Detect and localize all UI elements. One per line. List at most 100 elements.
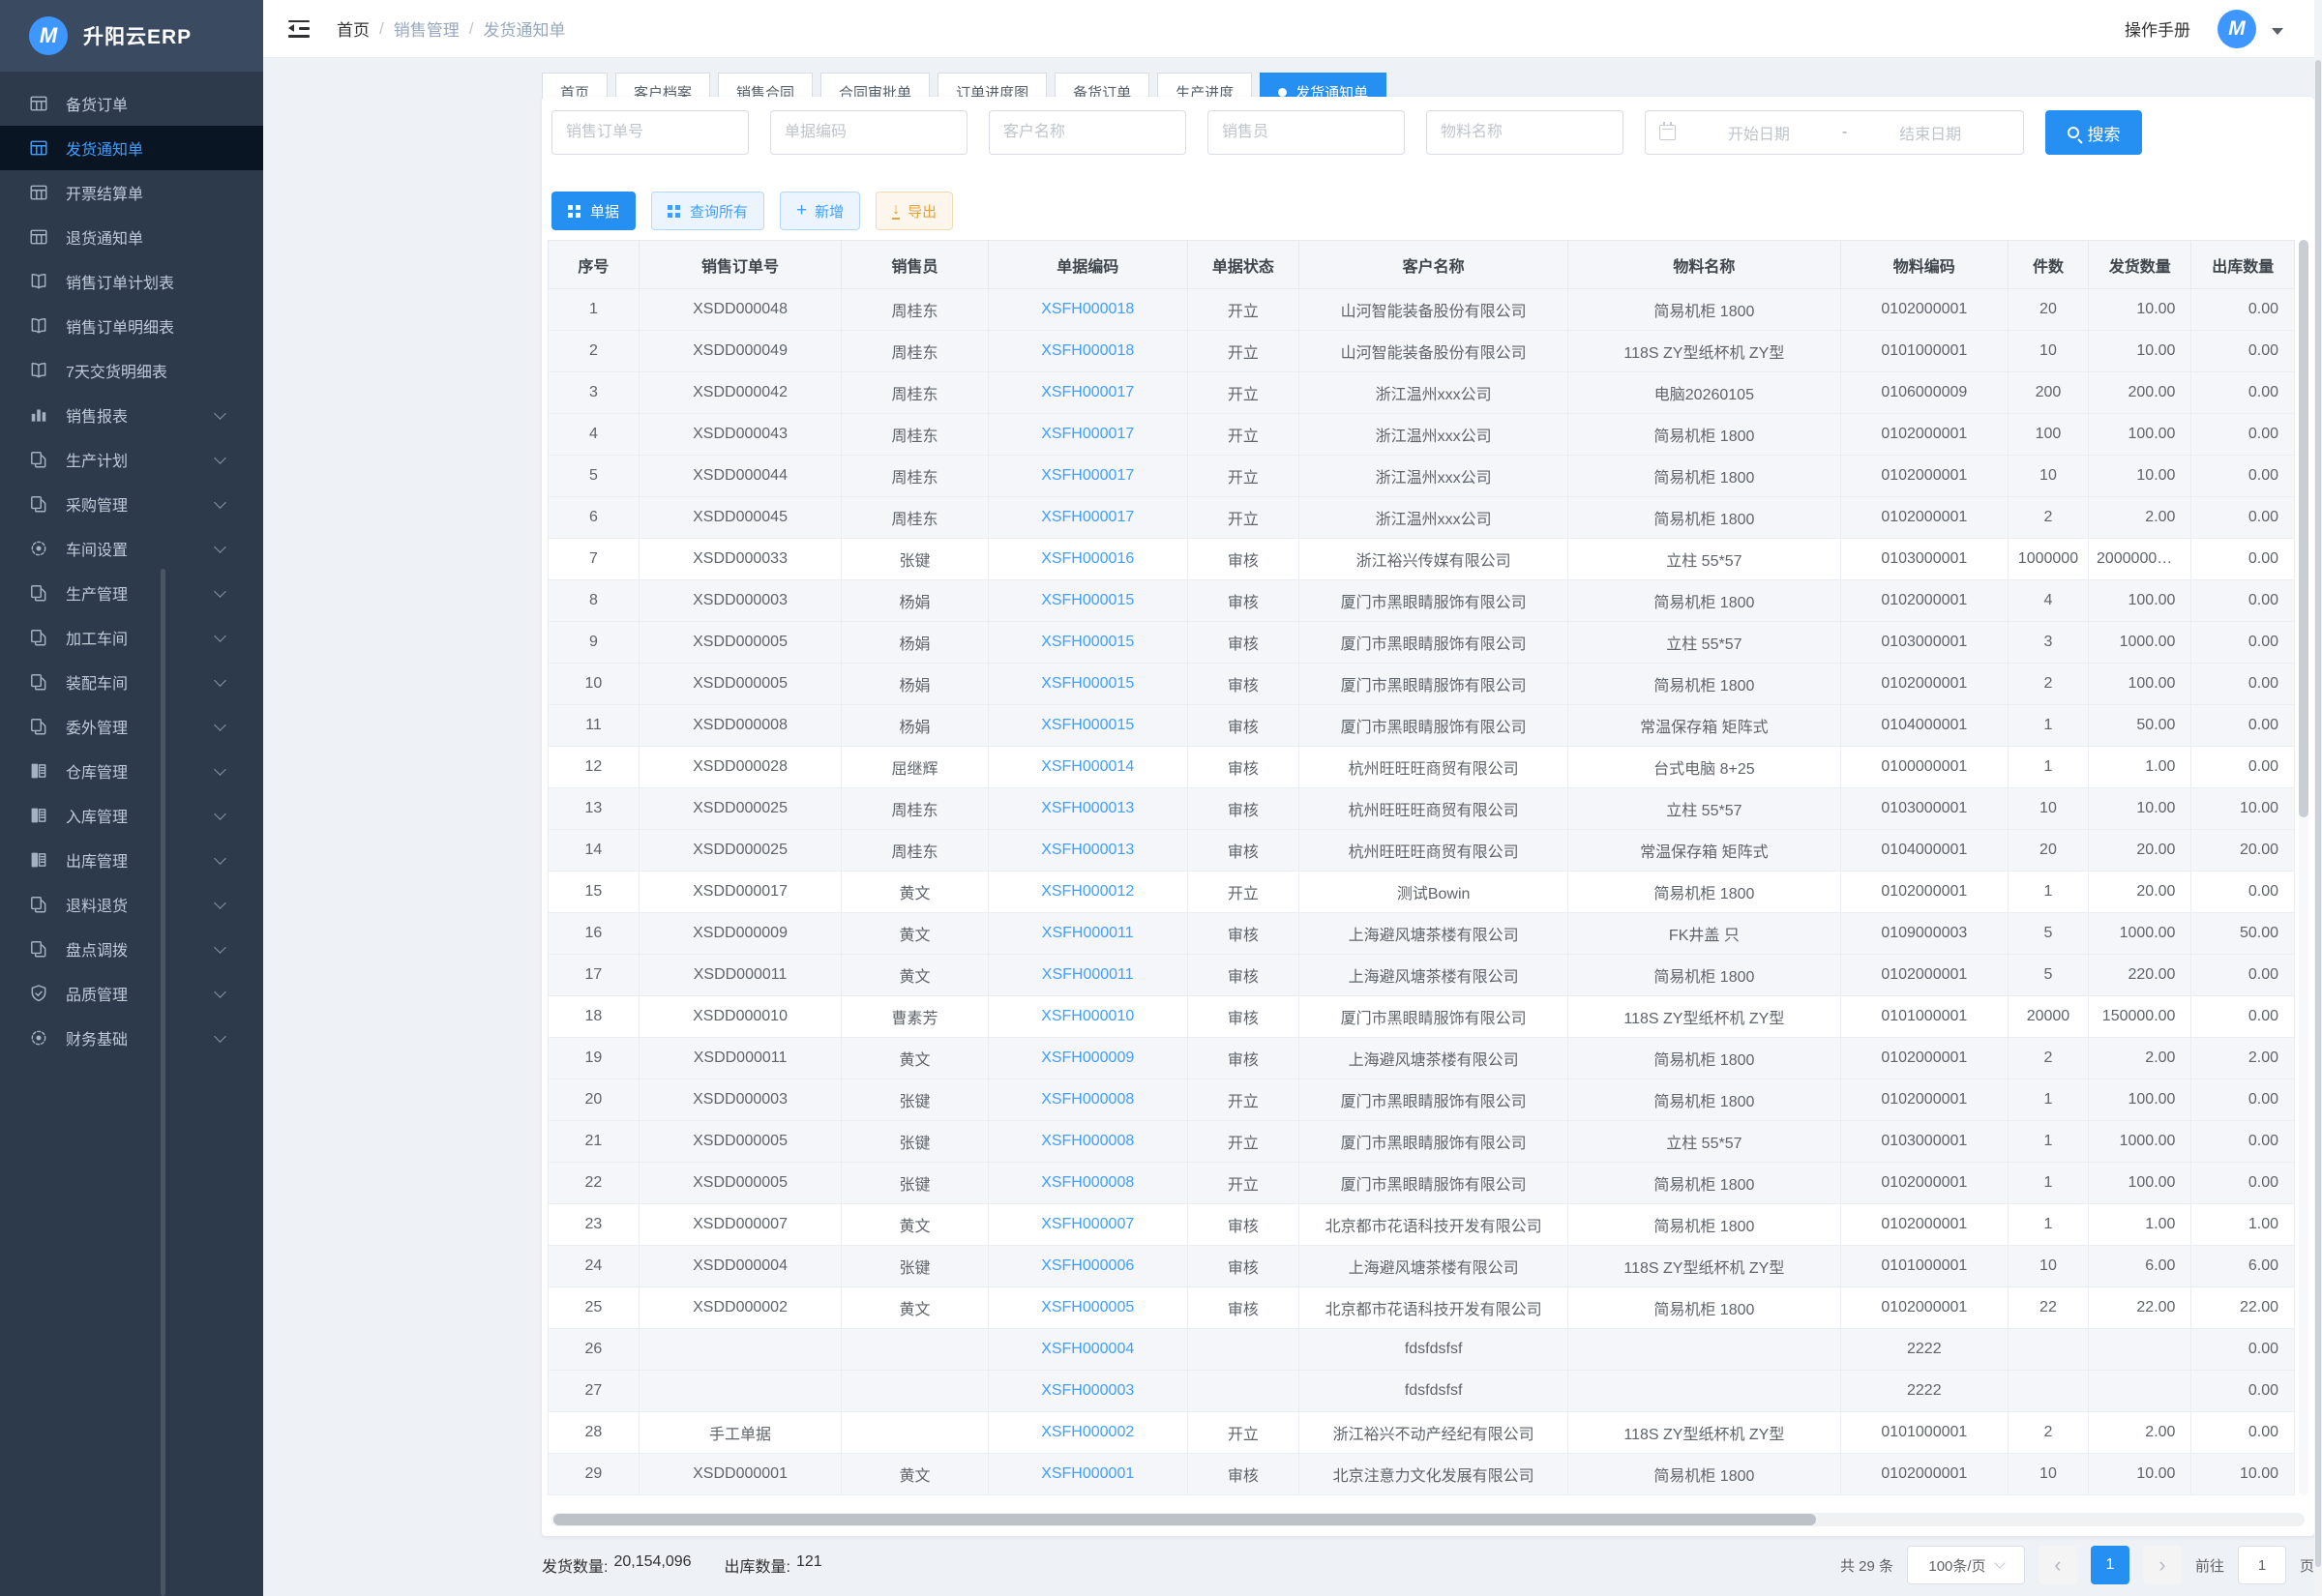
- sidebar-item-车间设置[interactable]: 车间设置: [0, 526, 263, 571]
- table-row[interactable]: 29XSDD000001黄文XSFH000001审核北京注意力文化发展有限公司简…: [549, 1454, 2295, 1495]
- doc-code-link[interactable]: XSFH000018: [1041, 342, 1134, 359]
- doc-code-link[interactable]: XSFH000005: [1041, 1299, 1134, 1315]
- docs-button[interactable]: 单据: [551, 192, 636, 230]
- table-row[interactable]: 23XSDD000007黄文XSFH000007审核北京都市花语科技开发有限公司…: [549, 1204, 2295, 1246]
- doc-code-link[interactable]: XSFH000010: [1041, 1008, 1134, 1024]
- doc-code-link[interactable]: XSFH000017: [1041, 426, 1134, 442]
- filter-input-销售订单号[interactable]: [551, 110, 749, 155]
- doc-code-link[interactable]: XSFH000007: [1041, 1216, 1134, 1232]
- doc-code-link[interactable]: XSFH000015: [1041, 717, 1134, 733]
- filter-input-物料名称[interactable]: [1426, 110, 1623, 155]
- breadcrumb-item[interactable]: 发货通知单: [483, 16, 565, 41]
- table-row[interactable]: 10XSDD000005杨娟XSFH000015审核厦门市黑眼睛服饰有限公司简易…: [549, 664, 2295, 705]
- doc-code-link[interactable]: XSFH000011: [1042, 966, 1134, 983]
- sidebar-item-销售订单计划表[interactable]: 销售订单计划表: [0, 259, 263, 304]
- breadcrumb-item[interactable]: 销售管理: [394, 16, 460, 41]
- sidebar-item-发货通知单[interactable]: 发货通知单: [0, 126, 263, 170]
- query-all-button[interactable]: 查询所有: [651, 192, 764, 230]
- sidebar-item-装配车间[interactable]: 装配车间: [0, 660, 263, 704]
- collapse-menu-icon[interactable]: [288, 20, 310, 38]
- table-row[interactable]: 8XSDD000003杨娟XSFH000015审核厦门市黑眼睛服饰有限公司简易机…: [549, 580, 2295, 622]
- user-menu-caret-icon[interactable]: [2272, 28, 2283, 35]
- table-row[interactable]: 20XSDD000003张键XSFH000008开立厦门市黑眼睛服饰有限公司简易…: [549, 1079, 2295, 1121]
- sidebar-item-财务基础[interactable]: 财务基础: [0, 1016, 263, 1060]
- next-page-button[interactable]: ›: [2143, 1546, 2182, 1584]
- sidebar-item-退货通知单[interactable]: 退货通知单: [0, 215, 263, 259]
- doc-code-link[interactable]: XSFH000018: [1041, 301, 1134, 317]
- doc-code-link[interactable]: XSFH000006: [1041, 1257, 1134, 1274]
- date-end-placeholder[interactable]: 结束日期: [1851, 121, 2009, 144]
- sidebar-item-开票结算单[interactable]: 开票结算单: [0, 170, 263, 215]
- table-row[interactable]: 24XSDD000004张键XSFH000006审核上海避风塘茶楼有限公司118…: [549, 1246, 2295, 1287]
- date-range-picker[interactable]: 开始日期 - 结束日期: [1645, 110, 2024, 155]
- table-row[interactable]: 7XSDD000033张键XSFH000016审核浙江裕兴传媒有限公司立柱 55…: [549, 539, 2295, 580]
- sidebar-item-仓库管理[interactable]: 仓库管理: [0, 749, 263, 793]
- doc-code-link[interactable]: XSFH000001: [1041, 1465, 1134, 1482]
- table-vertical-scrollbar[interactable]: [2299, 240, 2308, 1495]
- sidebar-item-出库管理[interactable]: 出库管理: [0, 838, 263, 882]
- sidebar-item-加工车间[interactable]: 加工车间: [0, 615, 263, 660]
- doc-code-link[interactable]: XSFH000012: [1041, 883, 1134, 900]
- doc-code-link[interactable]: XSFH000013: [1041, 842, 1134, 858]
- table-row[interactable]: 16XSDD000009黄文XSFH000011审核上海避风塘茶楼有限公司FK井…: [549, 913, 2295, 955]
- table-row[interactable]: 26XSFH000004fdsfdsfsf22220.00: [549, 1329, 2295, 1371]
- table-row[interactable]: 27XSFH000003fdsfdsfsf22220.00: [549, 1371, 2295, 1412]
- doc-code-link[interactable]: XSFH000008: [1041, 1091, 1134, 1108]
- doc-code-link[interactable]: XSFH000015: [1041, 675, 1134, 692]
- sidebar-item-备货订单[interactable]: 备货订单: [0, 81, 263, 126]
- doc-code-link[interactable]: XSFH000015: [1041, 634, 1134, 650]
- table-row[interactable]: 13XSDD000025周桂东XSFH000013审核杭州旺旺旺商贸有限公司立柱…: [549, 788, 2295, 830]
- table-row[interactable]: 12XSDD000028屈继辉XSFH000014审核杭州旺旺旺商贸有限公司台式…: [549, 747, 2295, 788]
- filter-input-单据编码[interactable]: [770, 110, 968, 155]
- table-row[interactable]: 18XSDD000010曹素芳XSFH000010审核厦门市黑眼睛服饰有限公司1…: [549, 996, 2295, 1038]
- sidebar-item-品质管理[interactable]: 品质管理: [0, 971, 263, 1016]
- table-row[interactable]: 3XSDD000042周桂东XSFH000017开立浙江温州xxx公司电脑202…: [549, 372, 2295, 414]
- sidebar-item-委外管理[interactable]: 委外管理: [0, 704, 263, 749]
- sidebar-item-7天交货明细表[interactable]: 7天交货明细表: [0, 348, 263, 393]
- doc-code-link[interactable]: XSFH000011: [1042, 925, 1134, 941]
- goto-page-input[interactable]: [2238, 1546, 2286, 1584]
- current-page-button[interactable]: 1: [2091, 1546, 2129, 1584]
- export-button[interactable]: ↓ 导出: [876, 192, 953, 230]
- doc-code-link[interactable]: XSFH000008: [1041, 1174, 1134, 1191]
- table-row[interactable]: 25XSDD000002黄文XSFH000005审核北京都市花语科技开发有限公司…: [549, 1287, 2295, 1329]
- doc-code-link[interactable]: XSFH000004: [1041, 1341, 1134, 1357]
- table-row[interactable]: 19XSDD000011黄文XSFH000009审核上海避风塘茶楼有限公司简易机…: [549, 1038, 2295, 1079]
- doc-code-link[interactable]: XSFH000015: [1041, 592, 1134, 608]
- sidebar-item-盘点调拨[interactable]: 盘点调拨: [0, 927, 263, 971]
- search-button[interactable]: 搜索: [2045, 110, 2142, 155]
- avatar[interactable]: M: [2218, 10, 2256, 48]
- table-row[interactable]: 4XSDD000043周桂东XSFH000017开立浙江温州xxx公司简易机柜 …: [549, 414, 2295, 456]
- page-size-select[interactable]: 100条/页: [1907, 1546, 2025, 1584]
- filter-input-销售员[interactable]: [1207, 110, 1405, 155]
- sidebar-item-销售订单明细表[interactable]: 销售订单明细表: [0, 304, 263, 348]
- window-scrollbar[interactable]: [2314, 0, 2322, 1596]
- doc-code-link[interactable]: XSFH000009: [1041, 1049, 1134, 1066]
- table-row[interactable]: 5XSDD000044周桂东XSFH000017开立浙江温州xxx公司简易机柜 …: [549, 456, 2295, 497]
- breadcrumb-item[interactable]: 首页: [337, 16, 370, 41]
- table-horizontal-scrollbar[interactable]: [551, 1513, 2305, 1526]
- date-start-placeholder[interactable]: 开始日期: [1680, 121, 1838, 144]
- doc-code-link[interactable]: XSFH000017: [1041, 384, 1134, 400]
- table-row[interactable]: 11XSDD000008杨娟XSFH000015审核厦门市黑眼睛服饰有限公司常温…: [549, 705, 2295, 747]
- doc-code-link[interactable]: XSFH000017: [1041, 467, 1134, 484]
- filter-input-客户名称[interactable]: [989, 110, 1186, 155]
- doc-code-link[interactable]: XSFH000003: [1041, 1382, 1134, 1399]
- doc-code-link[interactable]: XSFH000013: [1041, 800, 1134, 816]
- table-row[interactable]: 28手工单据XSFH000002开立浙江裕兴不动产经纪有限公司118S ZY型纸…: [549, 1412, 2295, 1454]
- table-row[interactable]: 15XSDD000017黄文XSFH000012开立测试Bowin简易机柜 18…: [549, 872, 2295, 913]
- doc-code-link[interactable]: XSFH000002: [1041, 1424, 1134, 1440]
- prev-page-button[interactable]: ‹: [2039, 1546, 2077, 1584]
- sidebar-scrollbar[interactable]: [161, 569, 165, 1596]
- sidebar-item-生产计划[interactable]: 生产计划: [0, 437, 263, 482]
- doc-code-link[interactable]: XSFH000016: [1041, 550, 1134, 567]
- sidebar-item-入库管理[interactable]: 入库管理: [0, 793, 263, 838]
- table-row[interactable]: 6XSDD000045周桂东XSFH000017开立浙江温州xxx公司简易机柜 …: [549, 497, 2295, 539]
- table-row[interactable]: 22XSDD000005张键XSFH000008开立厦门市黑眼睛服饰有限公司简易…: [549, 1163, 2295, 1204]
- table-row[interactable]: 17XSDD000011黄文XSFH000011审核上海避风塘茶楼有限公司简易机…: [549, 955, 2295, 996]
- table-row[interactable]: 2XSDD000049周桂东XSFH000018开立山河智能装备股份有限公司11…: [549, 331, 2295, 372]
- doc-code-link[interactable]: XSFH000014: [1041, 758, 1134, 775]
- table-row[interactable]: 9XSDD000005杨娟XSFH000015审核厦门市黑眼睛服饰有限公司立柱 …: [549, 622, 2295, 664]
- doc-code-link[interactable]: XSFH000017: [1041, 509, 1134, 525]
- table-row[interactable]: 21XSDD000005张键XSFH000008开立厦门市黑眼睛服饰有限公司立柱…: [549, 1121, 2295, 1163]
